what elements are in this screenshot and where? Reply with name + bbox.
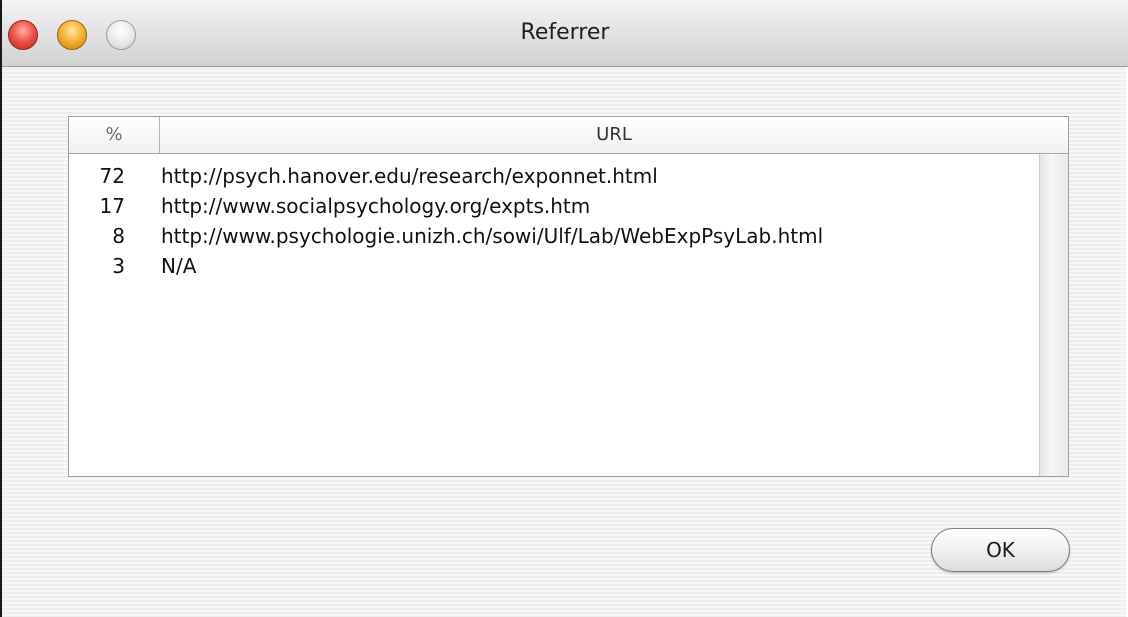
percent-cell: 8 xyxy=(112,224,125,248)
table-row[interactable]: 3 N/A xyxy=(69,251,1037,281)
url-cell: http://www.psychologie.unizh.ch/sowi/Ulf… xyxy=(161,224,824,248)
table-row[interactable]: 17 http://www.socialpsychology.org/expts… xyxy=(69,191,1037,221)
referrer-window: Referrer % URL 72 http://psych.hanover.e… xyxy=(0,0,1128,617)
url-cell: N/A xyxy=(161,254,197,278)
column-header-url[interactable]: URL xyxy=(160,117,1068,153)
column-header-percent[interactable]: % xyxy=(69,117,160,153)
table-body: 72 http://psych.hanover.edu/research/exp… xyxy=(69,161,1037,281)
title-bar[interactable]: Referrer xyxy=(2,0,1128,67)
percent-cell: 17 xyxy=(99,194,125,218)
window-title: Referrer xyxy=(520,20,610,45)
table-row[interactable]: 72 http://psych.hanover.edu/research/exp… xyxy=(69,161,1037,191)
vertical-scrollbar[interactable] xyxy=(1039,154,1068,476)
percent-cell: 72 xyxy=(99,164,125,188)
table-header: % URL xyxy=(69,117,1068,154)
percent-cell: 3 xyxy=(112,254,125,278)
referrer-table[interactable]: % URL 72 http://psych.hanover.edu/resear… xyxy=(68,116,1069,477)
url-cell: http://psych.hanover.edu/research/exponn… xyxy=(161,164,658,188)
url-cell: http://www.socialpsychology.org/expts.ht… xyxy=(161,194,591,218)
table-row[interactable]: 8 http://www.psychologie.unizh.ch/sowi/U… xyxy=(69,221,1037,251)
ok-button[interactable]: OK xyxy=(931,528,1070,572)
